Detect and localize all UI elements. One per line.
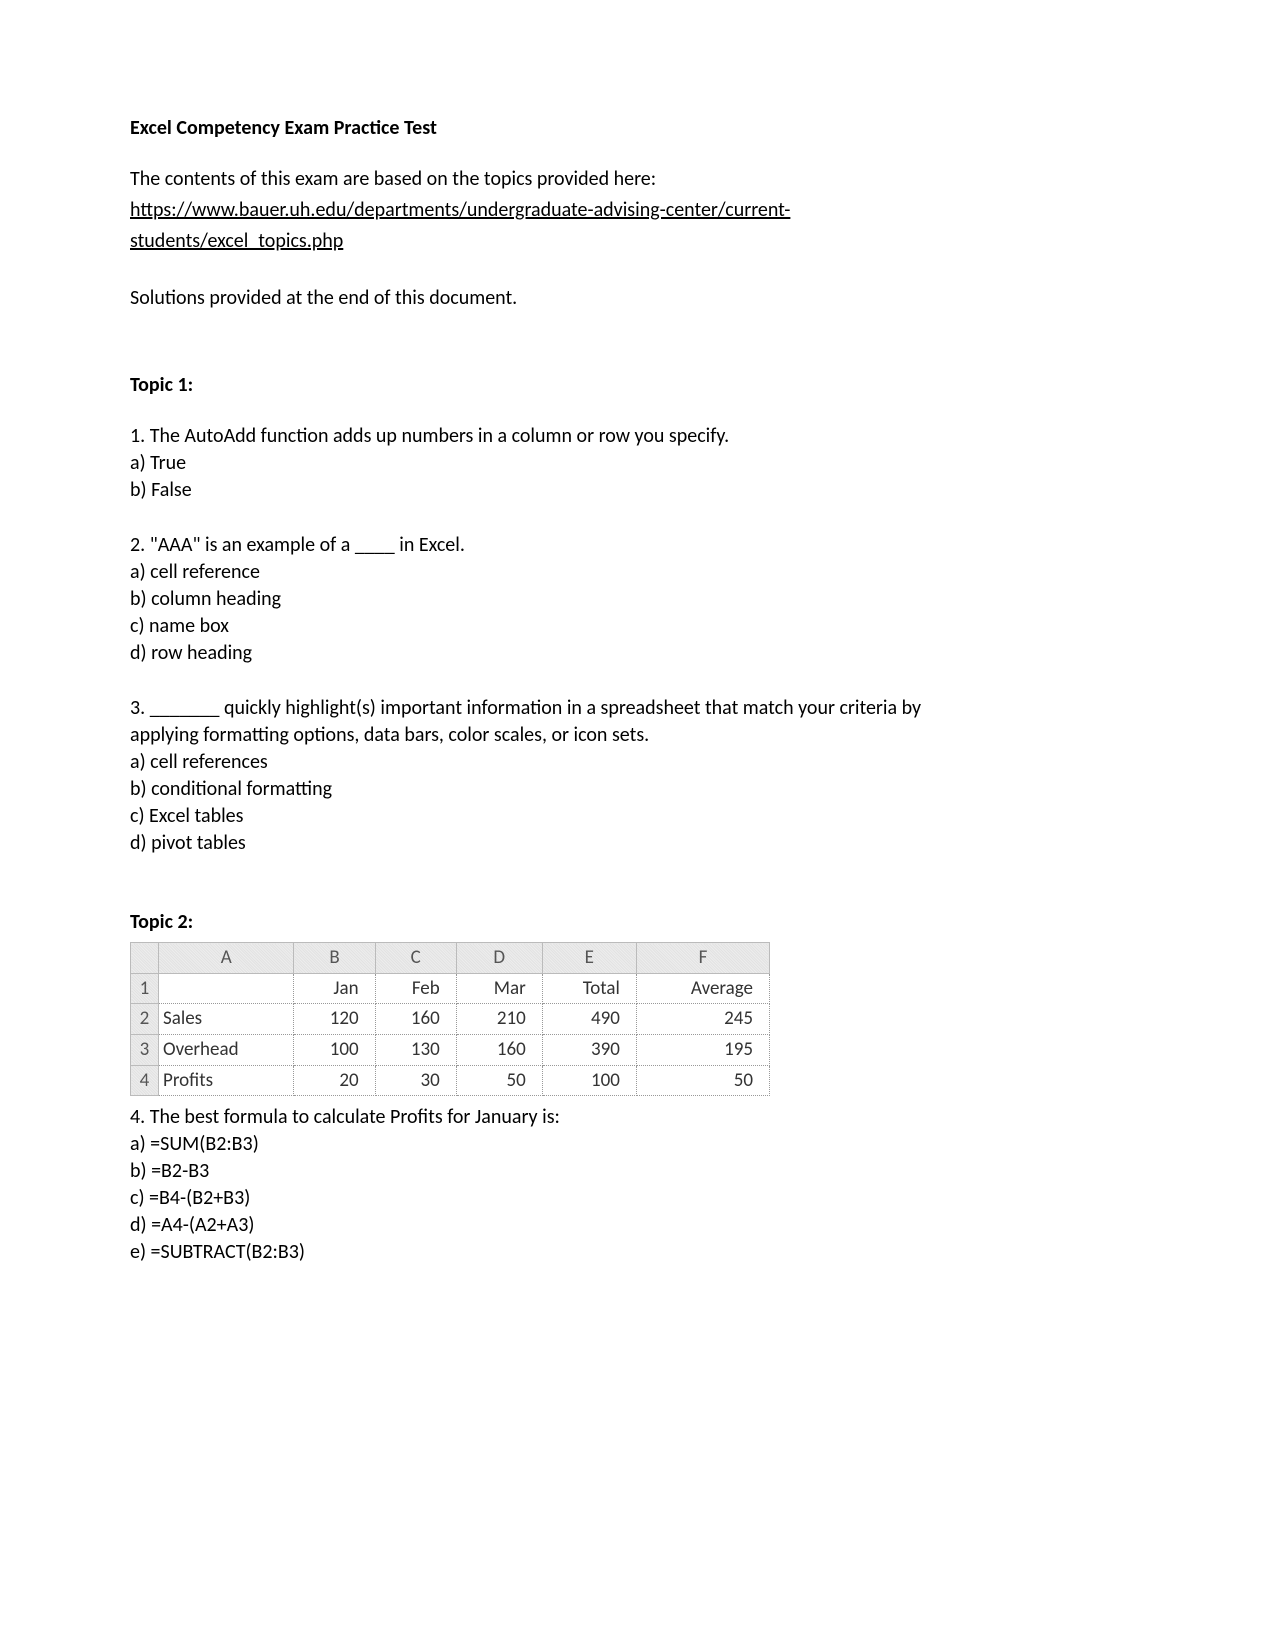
row-head-3: 3 xyxy=(131,1034,159,1065)
q1-option-b: b) False xyxy=(130,477,1145,504)
source-link-cont[interactable]: students/excel_topics.php xyxy=(130,229,343,253)
cell-e1: Total xyxy=(542,973,636,1004)
cell-a3: Overhead xyxy=(159,1034,294,1065)
question-1: 1. The AutoAdd function adds up numbers … xyxy=(130,423,1145,504)
col-f: F xyxy=(636,943,769,974)
excel-table-screenshot: A B C D E F 1 Jan Feb Mar Total Average xyxy=(130,942,770,1096)
q3-text-line1: 3. _______ quickly highlight(s) importan… xyxy=(130,695,1145,722)
cell-c4: 30 xyxy=(375,1065,456,1096)
corner-cell xyxy=(131,943,159,974)
q3-text-line2: applying formatting options, data bars, … xyxy=(130,722,1145,749)
cell-a1 xyxy=(159,973,294,1004)
cell-f3: 195 xyxy=(636,1034,769,1065)
row-4: 4 Profits 20 30 50 100 50 xyxy=(131,1065,770,1096)
q1-text: 1. The AutoAdd function adds up numbers … xyxy=(130,423,1145,450)
cell-e3: 390 xyxy=(542,1034,636,1065)
q4-option-d: d) =A4-(A2+A3) xyxy=(130,1212,1145,1239)
solutions-note: Solutions provided at the end of this do… xyxy=(130,285,1145,312)
q2-option-a: a) cell reference xyxy=(130,559,1145,586)
q2-option-d: d) row heading xyxy=(130,640,1145,667)
cell-b2: 120 xyxy=(294,1004,375,1035)
col-header-row: A B C D E F xyxy=(131,943,770,974)
col-b: B xyxy=(294,943,375,974)
topic-2-heading: Topic 2: xyxy=(130,909,1145,936)
cell-e2: 490 xyxy=(542,1004,636,1035)
cell-f2: 245 xyxy=(636,1004,769,1035)
col-c: C xyxy=(375,943,456,974)
q4-option-a: a) =SUM(B2:B3) xyxy=(130,1131,1145,1158)
source-link[interactable]: https://www.bauer.uh.edu/departments/und… xyxy=(130,198,790,222)
topic-1-heading: Topic 1: xyxy=(130,372,1145,399)
cell-b4: 20 xyxy=(294,1065,375,1096)
question-2: 2. "AAA" is an example of a ____ in Exce… xyxy=(130,532,1145,667)
col-e: E xyxy=(542,943,636,974)
question-4: 4. The best formula to calculate Profits… xyxy=(130,1104,1145,1266)
cell-a4: Profits xyxy=(159,1065,294,1096)
source-link-line2: students/excel_topics.php xyxy=(130,228,1145,255)
excel-table: A B C D E F 1 Jan Feb Mar Total Average xyxy=(130,942,770,1096)
q2-option-c: c) name box xyxy=(130,613,1145,640)
document-title: Excel Competency Exam Practice Test xyxy=(130,115,1145,142)
q4-option-c: c) =B4-(B2+B3) xyxy=(130,1185,1145,1212)
row-head-4: 4 xyxy=(131,1065,159,1096)
cell-c2: 160 xyxy=(375,1004,456,1035)
q2-option-b: b) column heading xyxy=(130,586,1145,613)
cell-d3: 160 xyxy=(456,1034,542,1065)
topic-2-section: Topic 2: A B C D E F 1 Jan Feb Mar xyxy=(130,909,1145,1266)
q3-option-c: c) Excel tables xyxy=(130,803,1145,830)
col-a: A xyxy=(159,943,294,974)
cell-b1: Jan xyxy=(294,973,375,1004)
row-3: 3 Overhead 100 130 160 390 195 xyxy=(131,1034,770,1065)
cell-d1: Mar xyxy=(456,973,542,1004)
q4-option-b: b) =B2-B3 xyxy=(130,1158,1145,1185)
row-1: 1 Jan Feb Mar Total Average xyxy=(131,973,770,1004)
cell-d4: 50 xyxy=(456,1065,542,1096)
row-head-1: 1 xyxy=(131,973,159,1004)
cell-c1: Feb xyxy=(375,973,456,1004)
q3-option-d: d) pivot tables xyxy=(130,830,1145,857)
cell-a2: Sales xyxy=(159,1004,294,1035)
cell-e4: 100 xyxy=(542,1065,636,1096)
cell-f1: Average xyxy=(636,973,769,1004)
question-3: 3. _______ quickly highlight(s) importan… xyxy=(130,695,1145,857)
cell-d2: 210 xyxy=(456,1004,542,1035)
cell-c3: 130 xyxy=(375,1034,456,1065)
cell-b3: 100 xyxy=(294,1034,375,1065)
q3-option-b: b) conditional formatting xyxy=(130,776,1145,803)
q2-text: 2. "AAA" is an example of a ____ in Exce… xyxy=(130,532,1145,559)
q4-text: 4. The best formula to calculate Profits… xyxy=(130,1104,1145,1131)
row-2: 2 Sales 120 160 210 490 245 xyxy=(131,1004,770,1035)
cell-f4: 50 xyxy=(636,1065,769,1096)
q4-option-e: e) =SUBTRACT(B2:B3) xyxy=(130,1239,1145,1266)
row-head-2: 2 xyxy=(131,1004,159,1035)
col-d: D xyxy=(456,943,542,974)
intro-text: The contents of this exam are based on t… xyxy=(130,166,1145,193)
q1-option-a: a) True xyxy=(130,450,1145,477)
source-link-line1: https://www.bauer.uh.edu/departments/und… xyxy=(130,197,1145,224)
document-page: Excel Competency Exam Practice Test The … xyxy=(0,0,1275,1266)
q3-option-a: a) cell references xyxy=(130,749,1145,776)
